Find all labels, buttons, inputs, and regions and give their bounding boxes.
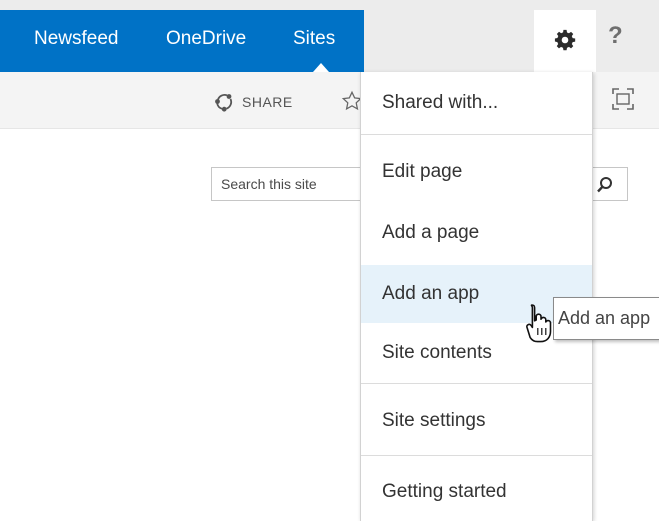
gear-icon: [554, 29, 576, 51]
search-icon: [597, 177, 612, 193]
search-field[interactable]: [211, 167, 371, 201]
share-button[interactable]: SHARE: [214, 92, 293, 112]
menu-item-shared-with[interactable]: Shared with...: [361, 74, 592, 132]
menu-item-add-a-page[interactable]: Add a page: [361, 204, 592, 262]
active-nav-indicator: [313, 63, 329, 72]
menu-item-edit-page[interactable]: Edit page: [361, 143, 592, 201]
help-button[interactable]: ?: [608, 22, 623, 50]
menu-item-getting-started[interactable]: Getting started: [361, 463, 592, 521]
share-icon: [215, 93, 233, 112]
settings-button[interactable]: [534, 10, 596, 72]
tooltip: Add an app: [553, 297, 659, 340]
hand-pointer-icon: [526, 304, 552, 343]
share-label: SHARE: [242, 94, 293, 110]
menu-item-site-settings[interactable]: Site settings: [361, 392, 592, 450]
search-input[interactable]: [212, 168, 370, 200]
menu-divider: [361, 383, 592, 384]
nav-onedrive[interactable]: OneDrive: [166, 28, 246, 50]
nav-sites[interactable]: Sites: [293, 28, 335, 50]
tooltip-text: Add an app: [558, 308, 651, 328]
nav-newsfeed[interactable]: Newsfeed: [34, 28, 119, 50]
menu-divider: [361, 455, 592, 456]
focus-on-content-icon[interactable]: [612, 88, 634, 110]
menu-divider: [361, 134, 592, 135]
